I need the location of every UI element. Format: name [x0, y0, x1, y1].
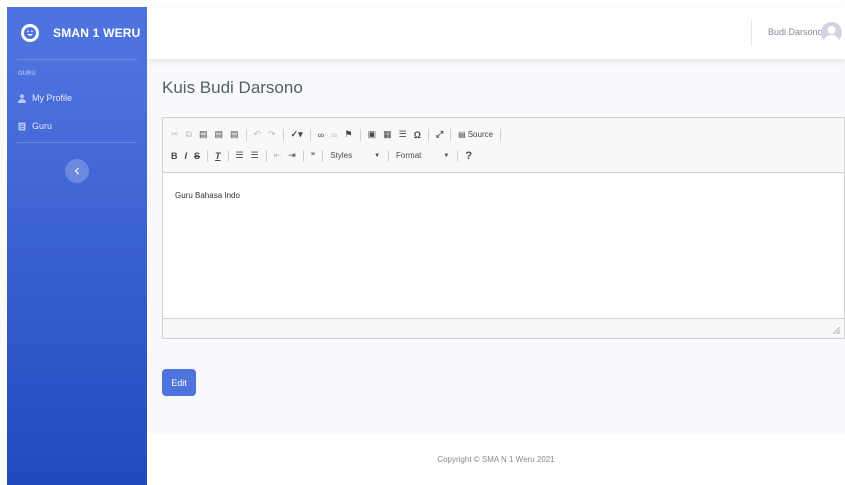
copy-icon[interactable]: ⧉ — [186, 129, 192, 140]
paste-icon[interactable]: ▤ — [199, 129, 208, 140]
page-title: Kuis Budi Darsono — [162, 78, 303, 97]
toolbar-separator — [457, 149, 459, 162]
toolbar-separator — [388, 149, 390, 162]
sidebar: SMAN 1 WERU GURU My Profile Guru — [7, 7, 147, 485]
sidebar-divider — [17, 142, 137, 143]
special-char-icon[interactable]: Ω — [414, 130, 421, 140]
sidebar-brand[interactable]: SMAN 1 WERU — [7, 7, 147, 59]
styles-label: Styles — [330, 151, 353, 160]
format-dropdown[interactable]: Format ▼ — [396, 151, 449, 160]
toolbar-separator — [207, 149, 209, 162]
sidebar-item-label: Guru — [32, 121, 53, 131]
toolbar-separator — [359, 128, 361, 141]
paste-text-icon[interactable]: ▤ — [215, 129, 224, 140]
editor-status-bar — [163, 318, 844, 338]
toolbar-separator — [322, 149, 324, 162]
bulleted-list-icon[interactable]: ☰ — [251, 150, 259, 161]
sidebar-heading: GURU — [18, 71, 36, 77]
cut-icon[interactable]: ✂ — [171, 129, 179, 140]
footer: Copyright © SMA N 1 Weru 2021 — [147, 433, 845, 485]
toolbar-separator — [427, 128, 429, 141]
chevron-left-icon — [74, 167, 79, 175]
remove-format-icon[interactable]: T — [215, 151, 221, 161]
topbar: Budi Darsono — [147, 7, 845, 59]
sidebar-item-my-profile[interactable]: My Profile — [7, 84, 147, 112]
app-frame: SMAN 1 WERU GURU My Profile Guru Budi Da… — [7, 7, 845, 485]
editor-text: Guru Bahasa Indo — [175, 191, 240, 200]
anchor-flag-icon[interactable]: ⚑ — [345, 129, 353, 140]
undo-icon[interactable]: ↶ — [254, 129, 262, 140]
toolbar-separator — [309, 128, 311, 141]
styles-dropdown[interactable]: Styles ▼ — [330, 151, 380, 160]
user-avatar-icon — [824, 26, 839, 43]
user-icon — [18, 93, 26, 103]
topbar-divider — [751, 20, 752, 46]
toolbar-row-1: ✂ ⧉ ▤ ▤ ▤ ↶ ↷ ✓▾ ∞ ∞ ⚑ ▣ ▦ ☰ Ω ⤢ ▤ Sourc… — [171, 124, 836, 145]
table-icon[interactable]: ▦ — [383, 129, 392, 140]
toolbar-separator — [500, 128, 502, 141]
toolbar-separator — [265, 149, 267, 162]
maximize-icon[interactable]: ⤢ — [436, 129, 443, 140]
source-button[interactable]: ▤ Source — [458, 130, 493, 139]
document-icon — [18, 122, 26, 130]
user-name[interactable]: Budi Darsono — [768, 27, 823, 37]
italic-icon[interactable]: I — [185, 151, 188, 161]
redo-icon[interactable]: ↷ — [268, 129, 276, 140]
resize-handle-icon[interactable] — [833, 327, 840, 334]
toolbar-separator — [282, 128, 284, 141]
horizontal-line-icon[interactable]: ☰ — [399, 129, 407, 140]
caret-down-icon: ▼ — [374, 152, 381, 159]
edit-button[interactable]: Edit — [162, 369, 196, 396]
toolbar-separator — [227, 149, 229, 162]
toolbar-separator — [245, 128, 247, 141]
indent-icon[interactable]: ⇥ — [288, 150, 296, 161]
unlink-icon[interactable]: ∞ — [331, 130, 337, 140]
numbered-list-icon[interactable]: ☰ — [236, 150, 244, 161]
avatar[interactable] — [821, 22, 842, 43]
source-label: Source — [467, 130, 494, 139]
bold-icon[interactable]: B — [171, 151, 178, 161]
toolbar-row-2: B I S T ☰ ☰ ⇤ ⇥ ” Styles ▼ Format ▼ ? — [171, 145, 836, 166]
rich-text-editor: ✂ ⧉ ▤ ▤ ▤ ↶ ↷ ✓▾ ∞ ∞ ⚑ ▣ ▦ ☰ Ω ⤢ ▤ Sourc… — [162, 117, 845, 339]
editor-content-area[interactable]: Guru Bahasa Indo — [163, 173, 844, 318]
format-label: Format — [396, 151, 422, 160]
toolbar-separator — [450, 128, 452, 141]
outdent-icon[interactable]: ⇤ — [274, 150, 282, 161]
image-icon[interactable]: ▣ — [368, 129, 377, 140]
spellcheck-icon[interactable]: ✓▾ — [291, 129, 303, 140]
strikethrough-icon[interactable]: S — [194, 151, 200, 161]
sidebar-item-label: My Profile — [32, 93, 73, 103]
blockquote-icon[interactable]: ” — [311, 151, 316, 161]
toolbar-separator — [302, 149, 304, 162]
brand-name: SMAN 1 WERU — [53, 26, 141, 40]
source-icon: ▤ — [458, 130, 466, 139]
paste-word-icon[interactable]: ▤ — [230, 129, 239, 140]
sidebar-item-guru[interactable]: Guru — [7, 112, 147, 140]
caret-down-icon: ▼ — [443, 152, 450, 159]
help-icon[interactable]: ? — [465, 150, 472, 162]
sidebar-toggle-button[interactable] — [65, 159, 89, 183]
link-icon[interactable]: ∞ — [318, 130, 324, 140]
laugh-wink-icon — [21, 24, 39, 42]
editor-toolbar: ✂ ⧉ ▤ ▤ ▤ ↶ ↷ ✓▾ ∞ ∞ ⚑ ▣ ▦ ☰ Ω ⤢ ▤ Sourc… — [163, 118, 844, 173]
copyright-text: Copyright © SMA N 1 Weru 2021 — [437, 454, 555, 464]
